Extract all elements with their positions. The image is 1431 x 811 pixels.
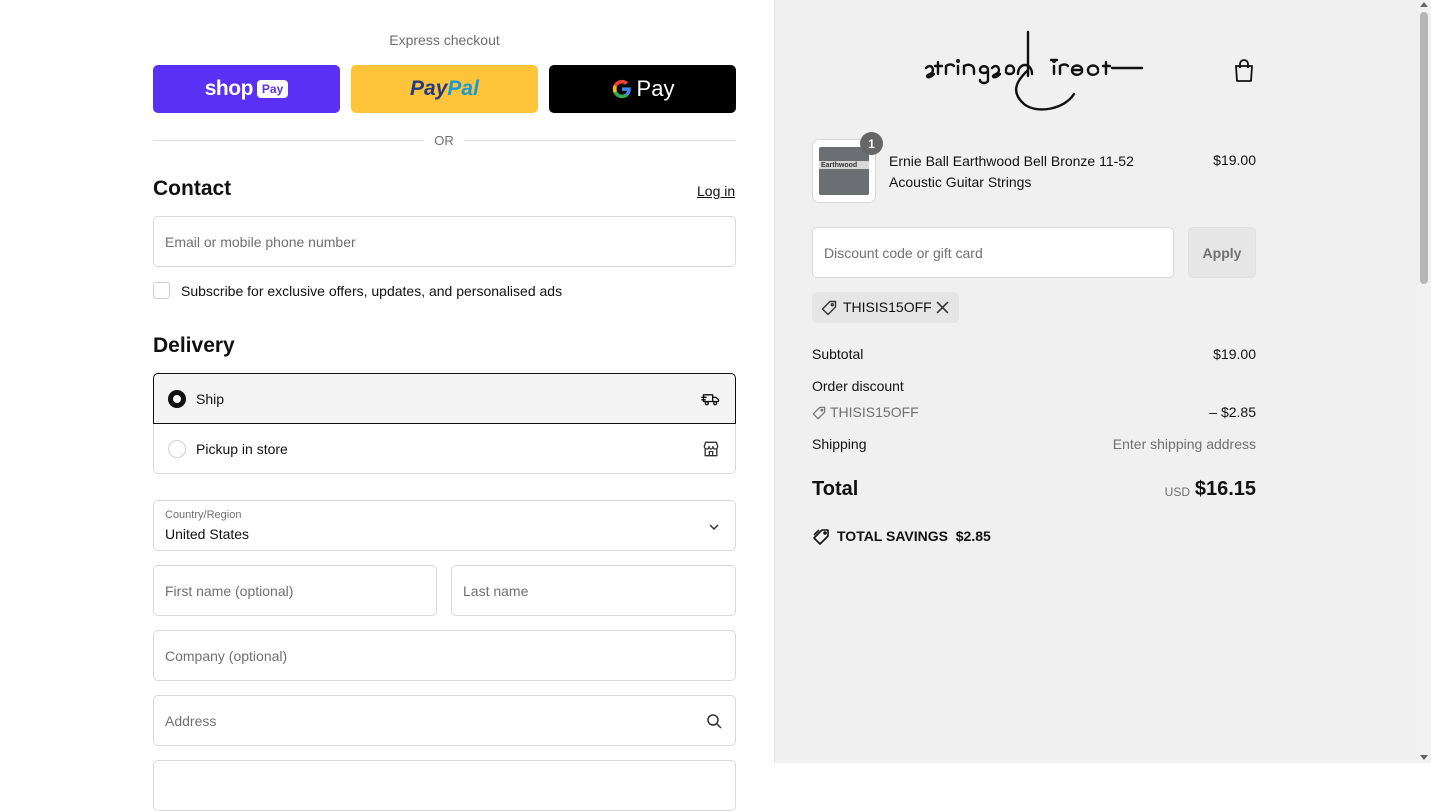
delivery-heading: Delivery <box>153 334 235 357</box>
subscribe-checkbox[interactable] <box>153 282 170 299</box>
scroll-up-arrow[interactable] <box>1420 2 1428 7</box>
page-scrollbar[interactable] <box>1417 0 1431 763</box>
order-discount-code: THISIS15OFF <box>830 404 919 420</box>
last-name-placeholder: Last name <box>463 582 529 599</box>
company-field[interactable]: Company (optional) <box>153 630 736 681</box>
address-field[interactable]: Address <box>153 695 736 746</box>
shop-pay-logo-text: shop <box>204 77 254 100</box>
email-placeholder: Email or mobile phone number <box>165 233 356 250</box>
scroll-down-arrow[interactable] <box>1420 755 1428 760</box>
checkout-form-panel: Express checkout shop Pay Pay Pal Pay OR … <box>0 0 774 811</box>
ship-radio[interactable] <box>168 389 186 408</box>
scrollbar-thumb[interactable] <box>1420 12 1428 284</box>
strings-direct-logo <box>924 30 1144 111</box>
delivery-option-pickup[interactable]: Pickup in store <box>153 424 736 474</box>
subscribe-label: Subscribe for exclusive offers, updates,… <box>181 283 563 299</box>
pickup-label: Pickup in store <box>196 440 288 457</box>
express-checkout-title: Express checkout <box>389 32 500 48</box>
total-label: Total <box>812 478 859 500</box>
company-placeholder: Company (optional) <box>165 647 288 664</box>
next-address-field[interactable] <box>153 760 736 811</box>
address-placeholder: Address <box>165 712 217 729</box>
tag-icon <box>812 406 826 420</box>
close-icon[interactable] <box>936 301 949 314</box>
pickup-radio[interactable] <box>168 439 186 458</box>
product-name: Ernie Ball Earthwood Bell Bronze 11-52 A… <box>889 153 1134 190</box>
google-pay-button[interactable]: Pay <box>549 65 736 113</box>
savings-tag-icon <box>813 529 829 545</box>
total-savings-label: TOTAL SAVINGS <box>837 528 948 544</box>
last-name-field[interactable]: Last name <box>451 565 736 616</box>
product-thumbnail-text: Earthwood <box>821 162 858 169</box>
contact-heading: Contact <box>153 177 232 200</box>
country-select[interactable]: Country/Region United States <box>153 500 736 551</box>
order-discount-label: Order discount <box>812 378 904 394</box>
country-label: Country/Region <box>165 509 242 521</box>
delivery-option-ship[interactable]: Ship <box>153 373 736 424</box>
applied-discount-code: THISIS15OFF <box>843 299 932 315</box>
google-g-icon <box>612 79 631 99</box>
first-name-field[interactable]: First name (optional) <box>153 565 437 616</box>
apply-button[interactable]: Apply <box>1188 227 1256 278</box>
shipping-value: Enter shipping address <box>1112 436 1256 452</box>
paypal-button[interactable]: Pay Pal <box>351 65 538 113</box>
country-value: United States <box>165 526 250 542</box>
applied-discount-chip: THISIS15OFF <box>812 292 959 323</box>
login-link[interactable]: Log in <box>697 183 735 199</box>
quantity-badge: 1 <box>860 132 883 155</box>
discount-input[interactable]: Discount code or gift card <box>812 227 1174 278</box>
tag-icon <box>821 300 837 316</box>
google-pay-text: Pay <box>636 76 675 101</box>
shop-pay-button[interactable]: shop Pay <box>153 65 340 113</box>
paypal-logo-part1: Pay <box>410 77 448 100</box>
paypal-logo-part2: Pal <box>447 77 479 100</box>
chevron-down-icon <box>709 524 719 531</box>
or-label: OR <box>424 133 464 148</box>
discount-placeholder: Discount code or gift card <box>824 244 983 261</box>
total-savings-value: $2.85 <box>955 528 991 544</box>
first-name-placeholder: First name (optional) <box>165 582 294 599</box>
total-value: $16.15 <box>1194 478 1256 500</box>
email-field[interactable]: Email or mobile phone number <box>153 216 736 267</box>
order-discount-amount: – $2.85 <box>1209 404 1256 420</box>
total-currency: USD <box>1164 485 1190 499</box>
ship-label: Ship <box>196 390 225 407</box>
store-icon <box>703 441 719 456</box>
shop-pay-badge: Pay <box>256 80 289 98</box>
subtotal-label: Subtotal <box>812 346 864 362</box>
truck-icon <box>701 393 720 405</box>
product-price: $19.00 <box>1213 152 1256 168</box>
shipping-label: Shipping <box>812 436 867 452</box>
cart-bag-icon[interactable] <box>1232 58 1256 84</box>
subtotal-value: $19.00 <box>1213 346 1256 362</box>
search-icon <box>707 714 722 729</box>
total-savings: TOTAL SAVINGS $2.85 <box>837 528 991 544</box>
